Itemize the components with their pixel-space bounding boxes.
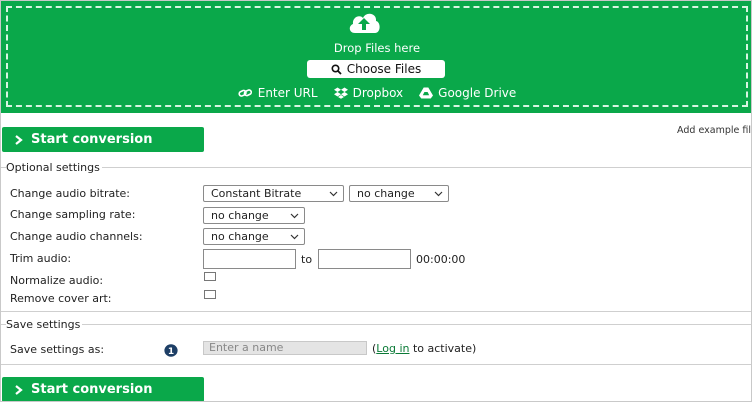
dropbox-label: Dropbox [352, 86, 404, 100]
trim-to-label: to [301, 253, 313, 266]
link-icon [238, 89, 252, 97]
bitrate-mode-value: Constant Bitrate [211, 187, 302, 200]
start-conversion-label: Start conversion [31, 132, 153, 147]
svg-text:1: 1 [168, 347, 174, 357]
normalize-audio-checkbox[interactable] [204, 272, 216, 281]
start-conversion-button-top[interactable]: Start conversion [2, 127, 204, 152]
section-divider [1, 311, 751, 312]
enter-url-link[interactable]: Enter URL [238, 86, 318, 100]
save-settings-divider [1, 324, 751, 325]
settings-name-input[interactable]: Enter a name [203, 341, 367, 355]
optional-settings-divider [1, 167, 751, 168]
drop-files-text: Drop Files here [333, 41, 421, 55]
save-settings-label: Save settings as: [10, 343, 105, 356]
info-icon[interactable]: 1 [164, 344, 178, 357]
search-icon [331, 63, 342, 75]
bitrate-value: no change [357, 187, 415, 200]
audio-bitrate-label: Change audio bitrate: [10, 187, 130, 200]
dropbox-link[interactable]: Dropbox [333, 86, 404, 100]
chevron-down-icon [329, 191, 338, 197]
activate-text: to activate) [409, 342, 477, 355]
trim-end-input[interactable] [318, 249, 411, 269]
upload-sources: Enter URL Dropbox Google Drive [1, 86, 751, 100]
converter-page: Drop Files here Choose Files Enter URL D… [0, 0, 752, 402]
file-drop-zone[interactable]: Drop Files here Choose Files Enter URL D… [1, 1, 751, 113]
trim-audio-label: Trim audio: [10, 252, 72, 265]
google-drive-label: Google Drive [438, 86, 517, 100]
dropbox-icon [333, 87, 348, 99]
log-in-link[interactable]: Log in [376, 342, 409, 355]
bottom-divider [1, 364, 751, 365]
start-conversion-button-bottom[interactable]: Start conversion [2, 377, 204, 401]
chevron-right-icon [15, 134, 23, 145]
choose-files-label: Choose Files [346, 62, 422, 76]
bitrate-mode-select[interactable]: Constant Bitrate [203, 185, 344, 202]
chevron-down-icon [290, 234, 299, 240]
chevron-down-icon [434, 191, 443, 197]
enter-url-label: Enter URL [257, 86, 318, 100]
sampling-rate-value: no change [211, 209, 269, 222]
cloud-upload-icon [349, 13, 380, 33]
add-example-file-link[interactable]: Add example fil [677, 125, 751, 136]
google-drive-link[interactable]: Google Drive [419, 86, 516, 100]
bitrate-value-select[interactable]: no change [349, 185, 449, 202]
audio-channels-label: Change audio channels: [10, 230, 143, 243]
sampling-rate-select[interactable]: no change [203, 207, 305, 224]
login-hint: (Log in to activate) [372, 342, 476, 355]
audio-channels-select[interactable]: no change [203, 228, 305, 245]
trim-start-input[interactable] [203, 249, 296, 269]
optional-settings-title: Optional settings [6, 161, 102, 174]
sampling-rate-label: Change sampling rate: [10, 208, 136, 221]
remove-cover-art-checkbox[interactable] [204, 290, 216, 299]
normalize-audio-label: Normalize audio: [10, 274, 104, 287]
trim-duration-text: 00:00:00 [416, 253, 466, 266]
choose-files-button[interactable]: Choose Files [307, 60, 445, 78]
start-conversion-label: Start conversion [31, 382, 153, 397]
chevron-down-icon [290, 213, 299, 219]
chevron-right-icon [15, 384, 23, 395]
audio-channels-value: no change [211, 230, 269, 243]
remove-cover-art-label: Remove cover art: [10, 292, 112, 305]
save-settings-title: Save settings [6, 318, 83, 331]
google-drive-icon [419, 87, 434, 99]
